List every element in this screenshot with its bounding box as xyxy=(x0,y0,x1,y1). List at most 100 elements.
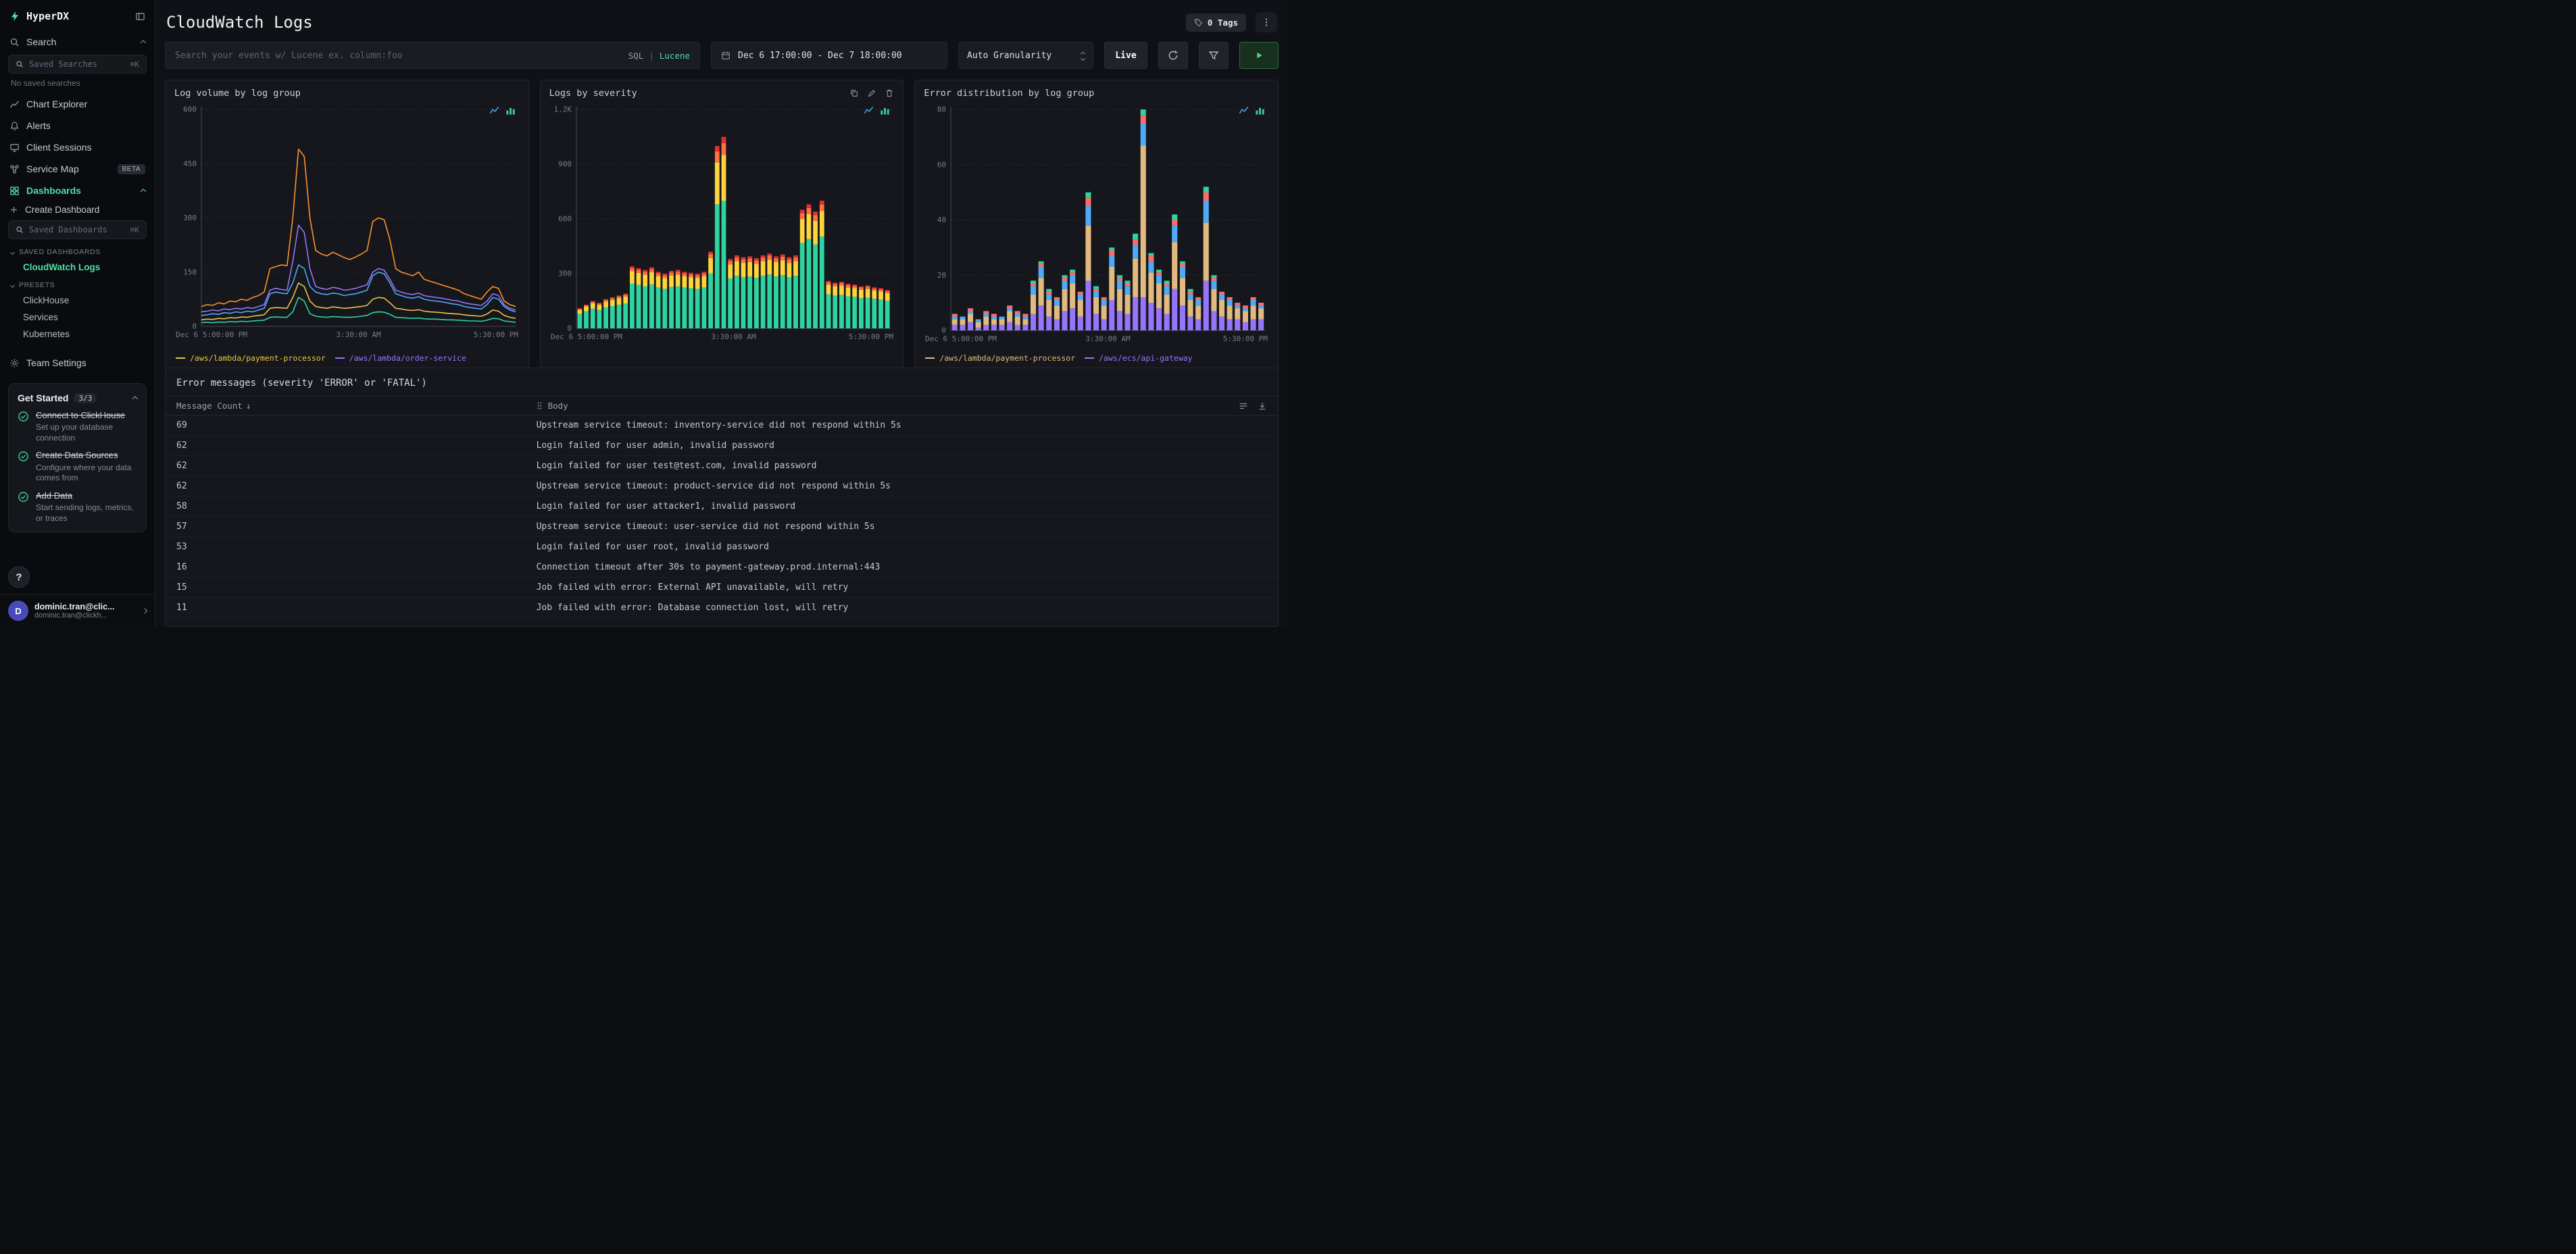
saved-dashboard-cloudwatch-logs[interactable]: CloudWatch Logs xyxy=(0,259,155,276)
message-count-cell: 62 xyxy=(176,481,187,491)
select-carets-icon xyxy=(1080,51,1086,61)
section-presets[interactable]: PRESETS xyxy=(0,276,155,292)
legend-item[interactable]: /aws/lambda/payment-processor xyxy=(925,353,1075,363)
sidebar-item-service-map[interactable]: Service Map BETA xyxy=(0,158,155,180)
saved-dashboards-input[interactable]: Saved Dashboards ⌘K xyxy=(8,220,147,239)
refresh-button[interactable] xyxy=(1158,42,1188,69)
legend-item[interactable]: /aws/lambda/payment-processor xyxy=(176,353,326,363)
legend-dash xyxy=(1085,357,1095,359)
chart-logs-by-severity[interactable]: 0 300 600 900 1.2K Dec 6 5:00:00 PM 3:30:00 AM… xyxy=(549,100,895,360)
live-button[interactable]: Live xyxy=(1104,42,1147,69)
saved-searches-input[interactable]: Saved Searches ⌘K xyxy=(8,55,147,74)
table-row[interactable]: 11 Job failed with error: Database connec… xyxy=(166,598,1278,618)
preset-kubernetes[interactable]: Kubernetes xyxy=(0,326,155,343)
chart-canvas[interactable]: 0 300 600 900 1.2K Dec 6 5:00:00 PM 3:30:00 AM… xyxy=(549,100,895,343)
tags-label: 0 Tags xyxy=(1207,17,1238,28)
table-row[interactable]: 69 Upstream service timeout: inventory-se… xyxy=(166,416,1278,436)
table-row[interactable]: 62 Login failed for user admin, invalid p… xyxy=(166,436,1278,456)
check-circle-icon xyxy=(18,491,29,524)
delete-panel-icon[interactable] xyxy=(885,89,894,98)
chart-canvas[interactable]: 0 20 40 60 80 Dec 6 5:00:00 PM 3:30:00 AM 5:30:… xyxy=(924,100,1269,345)
get-started-step[interactable]: Connect to ClickHouse Set up your databa… xyxy=(18,410,137,443)
chevron-up-icon[interactable] xyxy=(132,396,139,402)
table-row[interactable]: 62 Upstream service timeout: product-serv… xyxy=(166,476,1278,497)
filter-button[interactable] xyxy=(1199,42,1229,69)
sql-mode-toggle[interactable]: SQL xyxy=(628,51,644,61)
columns-settings-icon[interactable] xyxy=(1239,401,1248,411)
sidebar-item-label: Team Settings xyxy=(26,357,86,368)
get-started-step[interactable]: Add Data Start sending logs, metrics, or… xyxy=(18,491,137,524)
bar-chart-toggle-icon[interactable] xyxy=(1255,105,1265,116)
lucene-mode-toggle[interactable]: Lucene xyxy=(660,51,690,61)
table-row[interactable]: 16 Connection timeout after 30s to paymen… xyxy=(166,557,1278,578)
panel-log-volume: Log volume by log group 0 150 300 450 600 Dec… xyxy=(165,80,529,385)
chart-canvas[interactable]: 0 150 300 450 600 Dec 6 5:00:00 PM 3:30:00 AM 5… xyxy=(174,100,520,341)
help-button[interactable]: ? xyxy=(8,566,30,588)
svg-text:300: 300 xyxy=(183,214,197,222)
chevron-down-icon xyxy=(9,249,16,255)
sidebar-item-search[interactable]: Search xyxy=(0,31,155,53)
collapse-sidebar-icon[interactable] xyxy=(135,11,145,22)
chevron-up-icon[interactable] xyxy=(140,40,147,46)
preset-services[interactable]: Services xyxy=(0,309,155,326)
granularity-value: Auto Granularity xyxy=(967,50,1052,61)
check-circle-icon xyxy=(18,411,29,443)
table-row[interactable]: 57 Upstream service timeout: user-service… xyxy=(166,517,1278,537)
gear-icon xyxy=(9,358,20,368)
legend-item[interactable]: /aws/ecs/api-gateway xyxy=(1085,353,1193,363)
message-count-cell: 53 xyxy=(176,542,187,552)
chart-error-distribution[interactable]: 0 20 40 60 80 Dec 6 5:00:00 PM 3:30:00 AM 5:30:… xyxy=(924,100,1269,347)
duplicate-panel-icon[interactable] xyxy=(849,89,859,98)
section-label: PRESETS xyxy=(19,281,55,289)
line-chart-toggle-icon[interactable] xyxy=(864,105,874,116)
table-row[interactable]: 62 Login failed for user test@test.com, i… xyxy=(166,456,1278,476)
svg-text:150: 150 xyxy=(183,268,197,276)
sidebar-item-alerts[interactable]: Alerts xyxy=(0,115,155,136)
bar-chart-toggle-icon[interactable] xyxy=(505,105,516,116)
table-row[interactable]: 58 Login failed for user attacker1, inval… xyxy=(166,497,1278,517)
event-search-input[interactable] xyxy=(175,50,622,61)
bar-chart-toggle-icon[interactable] xyxy=(880,105,890,116)
line-chart-toggle-icon[interactable] xyxy=(489,105,499,116)
app-root: HyperDX Search Saved Searches ⌘K No save… xyxy=(0,0,1288,627)
date-range-value: Dec 6 17:00:00 - Dec 7 18:00:00 xyxy=(738,50,902,61)
step-title: Create Data Sources xyxy=(36,450,118,461)
column-header-message-count[interactable]: Message Count ↓ xyxy=(176,401,537,411)
page-title: CloudWatch Logs xyxy=(166,13,313,32)
create-dashboard-button[interactable]: Create Dashboard xyxy=(0,201,155,218)
granularity-select[interactable]: Auto Granularity xyxy=(958,42,1093,69)
more-options-button[interactable] xyxy=(1256,12,1277,32)
message-count-cell: 15 xyxy=(176,582,187,593)
table-row[interactable]: 15 Job failed with error: External API un… xyxy=(166,578,1278,598)
edit-panel-icon[interactable] xyxy=(867,89,876,98)
sidebar-item-chart-explorer[interactable]: Chart Explorer xyxy=(0,93,155,115)
section-saved-dashboards[interactable]: SAVED DASHBOARDS xyxy=(0,243,155,259)
chart-title: Logs by severity xyxy=(549,88,637,99)
drag-handle-icon[interactable] xyxy=(537,401,543,410)
event-search-box: SQL | Lucene xyxy=(165,42,700,69)
date-range-picker[interactable]: Dec 6 17:00:00 - Dec 7 18:00:00 xyxy=(711,42,947,69)
download-csv-icon[interactable] xyxy=(1258,401,1267,411)
line-chart-toggle-icon[interactable] xyxy=(1239,105,1249,116)
brand-name: HyperDX xyxy=(26,10,70,22)
svg-text:0: 0 xyxy=(192,322,197,331)
toolbar: SQL | Lucene Dec 6 17:00:00 - Dec 7 18:0… xyxy=(165,42,1279,69)
sidebar-item-dashboards[interactable]: Dashboards xyxy=(0,180,155,201)
preset-clickhouse[interactable]: ClickHouse xyxy=(0,292,155,309)
tags-button[interactable]: 0 Tags xyxy=(1185,13,1246,32)
table-row[interactable]: 53 Login failed for user root, invalid pa… xyxy=(166,537,1278,557)
chevron-up-icon[interactable] xyxy=(140,189,147,195)
message-count-cell: 69 xyxy=(176,420,187,430)
run-query-button[interactable] xyxy=(1239,42,1279,69)
body-cell: Login failed for user admin, invalid pas… xyxy=(536,441,774,451)
legend-item[interactable]: /aws/lambda/order-service xyxy=(335,353,466,363)
plus-icon xyxy=(9,205,18,214)
user-menu[interactable]: D dominic.tran@clic... dominic.tran@clic… xyxy=(0,594,155,627)
sidebar-item-team-settings[interactable]: Team Settings xyxy=(0,352,155,374)
chart-log-volume[interactable]: 0 150 300 450 600 Dec 6 5:00:00 PM 3:30:00 AM 5… xyxy=(174,100,520,347)
column-header-body[interactable]: Body xyxy=(537,401,1267,411)
shortcut-badge: ⌘K xyxy=(130,225,139,234)
svg-text:20: 20 xyxy=(937,271,946,280)
sidebar-item-client-sessions[interactable]: Client Sessions xyxy=(0,136,155,158)
get-started-step[interactable]: Create Data Sources Configure where your… xyxy=(18,450,137,483)
